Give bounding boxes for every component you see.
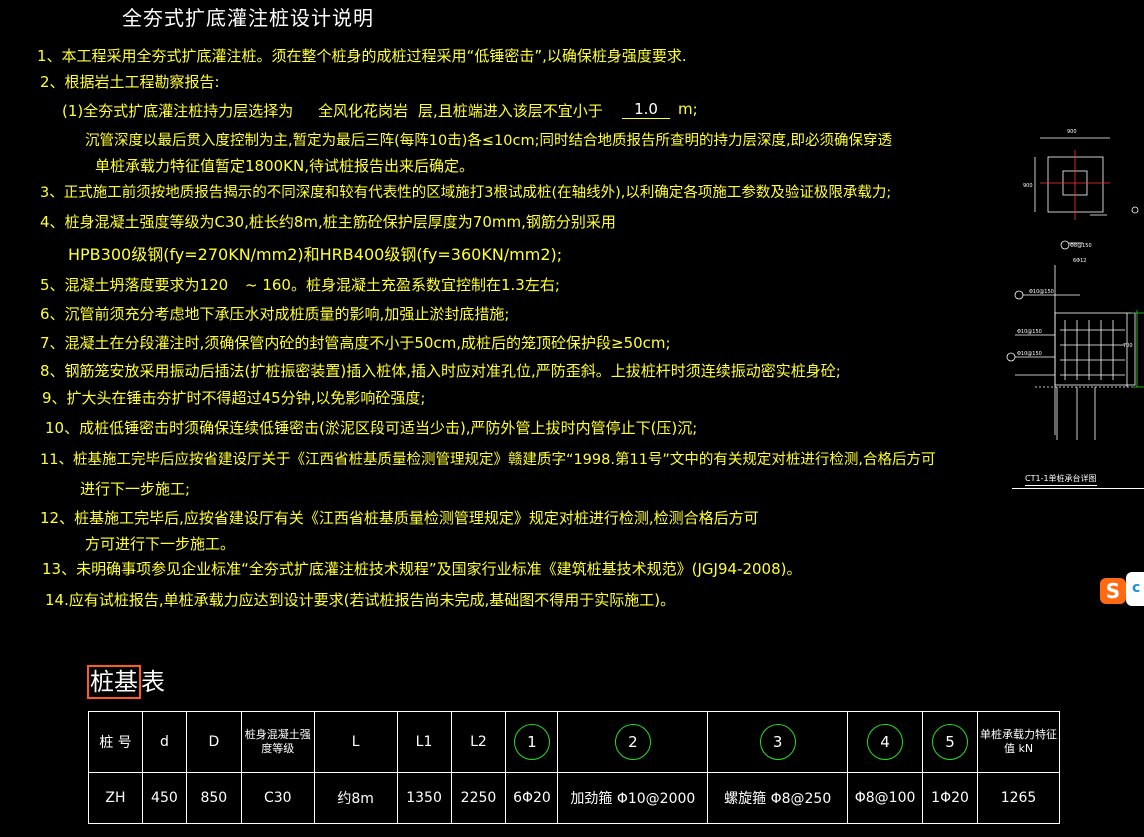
cell-rebar-3: 螺旋箍 Φ8@250 [707, 772, 849, 824]
cell-D: 850 [185, 772, 242, 824]
header-L2: L2 [450, 711, 507, 773]
cell-rebar-5: 1Φ20 [922, 772, 979, 824]
cell-d: 450 [141, 772, 187, 824]
note-13: 13、未明确事项参见企业标准“全夯式扩底灌注桩技术规程”及国家行业标准《建筑桩基… [42, 560, 802, 578]
pile-table-title: 桩基表 [87, 662, 165, 699]
sogou-ime-toolbar[interactable]: c [1126, 572, 1144, 606]
header-D: D [185, 711, 242, 773]
note-7: 7、混凝土在分段灌注时,须确保管内砼的封管高度不小于50cm,成桩后的笼顶砼保护… [40, 334, 671, 352]
pile-table-title-rest: 表 [141, 668, 165, 696]
note-3: 3、正式施工前须按地质报告揭示的不同深度和较有代表性的区域施打3根试成桩(在轴线… [40, 185, 892, 201]
label-4: Φ10@150 [1017, 329, 1042, 335]
note-2: 2、根据岩土工程勘察报告: [40, 73, 220, 91]
dim-lower: 700 [1123, 343, 1133, 349]
pile-cap-detail-drawing: 900 900 700 Φ8@150 6Φ12 Φ10@150 Φ10@150 … [1006, 129, 1144, 440]
note-2-1-line2: 沉管深度以最后贯入度控制为主,暂定为最后三阵(每阵10击)各≤10cm;同时结合… [85, 133, 893, 149]
circled-1: 1 [513, 724, 550, 760]
header-rebar-4: 4 [847, 711, 924, 773]
table-row: ZH 450 850 C30 约8m 1350 2250 6Φ20 加劲箍 Φ1… [88, 772, 1060, 824]
page-title: 全夯式扩底灌注桩设计说明 [122, 6, 374, 30]
cell-rebar-2: 加劲箍 Φ10@2000 [557, 772, 709, 824]
sogou-ime-icon[interactable]: S [1100, 578, 1126, 604]
note-1: 1、本工程采用全夯式扩底灌注桩。须在整个桩身的成桩过程采用“低锤密击”,以确保桩… [37, 47, 687, 65]
note-2-1-mid: 层,且桩端进入该层不宜小于 [418, 102, 603, 120]
sogou-toolbar-glyph: c [1132, 580, 1141, 596]
header-capacity: 单桩承载力特征值 kN [977, 711, 1060, 773]
header-rebar-3: 3 [707, 711, 849, 773]
cell-pile-no: ZH [88, 772, 143, 824]
note-4: 4、桩身混凝土强度等级为C30,桩长约8m,桩主筋砼保护层厚度为70mm,钢筋分… [40, 213, 616, 231]
note-14: 14.应有试桩报告,单桩承载力应达到设计要求(若试桩报告尚未完成,基础图不得用于… [45, 591, 676, 609]
note-4-line2: HPB300级钢(fy=270KN/mm2)和HRB400级钢(fy=360KN… [68, 245, 563, 264]
circled-5: 5 [932, 724, 969, 760]
cell-L2: 2250 [450, 772, 507, 824]
note-2-1-unit: m; [678, 100, 698, 118]
detail-divider [1012, 488, 1144, 489]
label-1: Φ8@150 [1070, 243, 1092, 249]
header-L1: L1 [396, 711, 452, 773]
label-3: Φ10@150 [1029, 289, 1054, 295]
dim-top: 900 [1067, 129, 1077, 135]
note-12: 12、桩基施工完毕后,应按省建设厅有关《江西省桩基质量检测管理规定》规定对桩进行… [40, 509, 759, 527]
label-5: Φ10@150 [1017, 351, 1042, 357]
header-pile-no: 桩 号 [88, 711, 143, 773]
note-5-rest: ~ 160。桩身混凝土充盈系数宜控制在1.3左右; [245, 276, 560, 294]
detail-caption: CT1-1单桩承台详图 [1025, 473, 1097, 486]
note-11-line2: 进行下一步施工; [80, 480, 191, 498]
cell-capacity: 1265 [977, 772, 1060, 824]
pile-table: 桩 号 d D 桩身混凝土强度等级 L L1 L2 1 2 3 4 5 单桩承载… [88, 711, 1060, 824]
dim-side: 900 [1023, 183, 1033, 189]
note-8: 8、钢筋笼安放采用振动后插法(扩桩振密装置)插入桩体,插入时应对准孔位,严防歪斜… [40, 362, 841, 380]
header-rebar-1: 1 [505, 711, 559, 773]
cell-concrete-grade: C30 [240, 772, 315, 824]
note-11: 11、桩基施工完毕后应按省建设厅关于《江西省桩基质量检测管理规定》赣建质字“19… [40, 452, 936, 468]
header-rebar-2: 2 [557, 711, 709, 773]
cell-rebar-1: 6Φ20 [505, 772, 559, 824]
cell-rebar-4: Φ8@100 [847, 772, 924, 824]
circled-2: 2 [614, 724, 651, 760]
header-rebar-5: 5 [922, 711, 979, 773]
header-d: d [141, 711, 187, 773]
note-12-line2: 方可进行下一步施工。 [85, 535, 236, 553]
note-2-1-line3: 单桩承载力特征值暂定1800KN,待试桩报告出来后确定。 [95, 157, 475, 175]
note-10: 10、成桩低锤密击时须确保连续低锤密击(淤泥区段可适当少击),严防外管上拔时内管… [45, 419, 698, 437]
circled-4: 4 [867, 724, 904, 760]
cell-L1: 1350 [396, 772, 452, 824]
note-6: 6、沉管前须充分考虑地下承压水对成桩质量的影响,加强止淤封底措施; [40, 305, 510, 323]
cell-L: 约8m [313, 772, 398, 824]
note-2-1-prefix: (1)全夯式扩底灌注桩持力层选择为 [62, 102, 294, 120]
note-2-1-layer: 全风化花岗岩 [318, 102, 409, 120]
label-2: 6Φ12 [1073, 258, 1086, 264]
note-5-prefix: 5、混凝土坍落度要求为120 [40, 276, 229, 294]
depth-value: 1.0 [622, 100, 670, 119]
note-2-1-value: 1.0 [622, 100, 670, 119]
header-concrete-grade: 桩身混凝土强度等级 [240, 711, 315, 773]
note-9: 9、扩大头在锤击夯扩时不得超过45分钟,以免影响砼强度; [42, 389, 426, 407]
circled-3: 3 [759, 724, 796, 760]
pile-table-title-boxed: 桩基 [87, 665, 141, 699]
header-L: L [313, 711, 398, 773]
